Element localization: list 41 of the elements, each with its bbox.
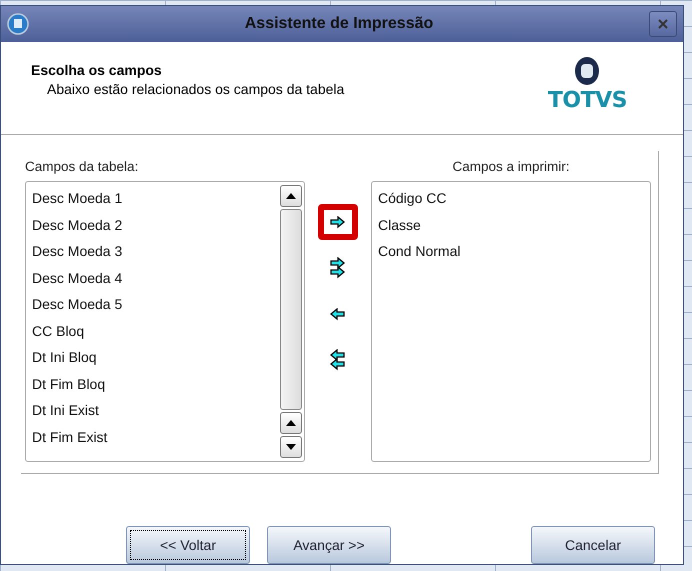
list-item[interactable]: Cond Normal: [378, 238, 644, 264]
list-item[interactable]: Desc Moeda 2: [32, 212, 272, 238]
list-item[interactable]: Dt Fim Bloq: [32, 370, 272, 397]
list-item[interactable]: CC Bloq: [32, 318, 272, 344]
step-description: Abaixo estão relacionados os campos da tabela: [46, 81, 344, 97]
available-fields-list[interactable]: Desc Moeda 1 Desc Moeda 2 Desc Moeda 3 Desc Moeda 4 Desc Moeda 5 CC Bloq Dt Ini Bloq Dt Fim Bloq Dt Ini Exist Dt Fim Exist: [25, 181, 305, 462]
list-item[interactable]: Desc Moeda 3: [32, 238, 272, 264]
list-item[interactable]: Dt Fim Exist: [32, 424, 272, 450]
scroll-up-icon: [286, 420, 296, 426]
double-arrow-left-icon: [330, 349, 346, 371]
scrollbar[interactable]: [278, 182, 304, 461]
list-item[interactable]: Dt Ini Bloq: [32, 344, 272, 370]
list-item[interactable]: Classe: [378, 212, 644, 238]
scroll-up-button[interactable]: [280, 185, 302, 207]
wizard-button[interactable]: Avançar >>: [267, 526, 391, 564]
arrow-right-icon: [330, 216, 346, 228]
list-item[interactable]: Desc Moeda 4: [32, 264, 272, 291]
window-title: Assistente de Impressão: [244, 15, 434, 33]
list-label: Campos a imprimir:: [451, 158, 571, 174]
scroll-up-icon: [286, 193, 296, 199]
scroll-down-button[interactable]: [280, 436, 302, 458]
move-button[interactable]: [318, 204, 358, 240]
logo-text: TOTVS: [548, 88, 627, 113]
wizard-button[interactable]: Cancelar: [531, 526, 655, 564]
selected-fields-list[interactable]: Código CC Classe Cond Normal: [371, 181, 651, 462]
arrow-left-icon: [330, 308, 346, 320]
double-arrow-right-icon: [330, 257, 346, 279]
step-heading: Escolha os campos: [31, 62, 163, 78]
list-item[interactable]: Desc Moeda 1: [32, 185, 272, 212]
close-button[interactable]: [649, 11, 677, 37]
scroll-down-icon: [286, 444, 296, 450]
list-item[interactable]: Desc Moeda 5: [32, 291, 272, 318]
app-icon: [7, 13, 29, 35]
logo-icon: [574, 56, 600, 86]
list-item[interactable]: Dt Ini Exist: [32, 397, 272, 424]
scroll-thumb[interactable]: [280, 209, 302, 410]
list-item[interactable]: Código CC: [378, 185, 644, 212]
scroll-up-button[interactable]: [280, 412, 302, 434]
wizard-button[interactable]: << Voltar: [126, 526, 250, 564]
close-icon: [658, 19, 668, 29]
list-label: Campos da tabela:: [25, 158, 140, 174]
